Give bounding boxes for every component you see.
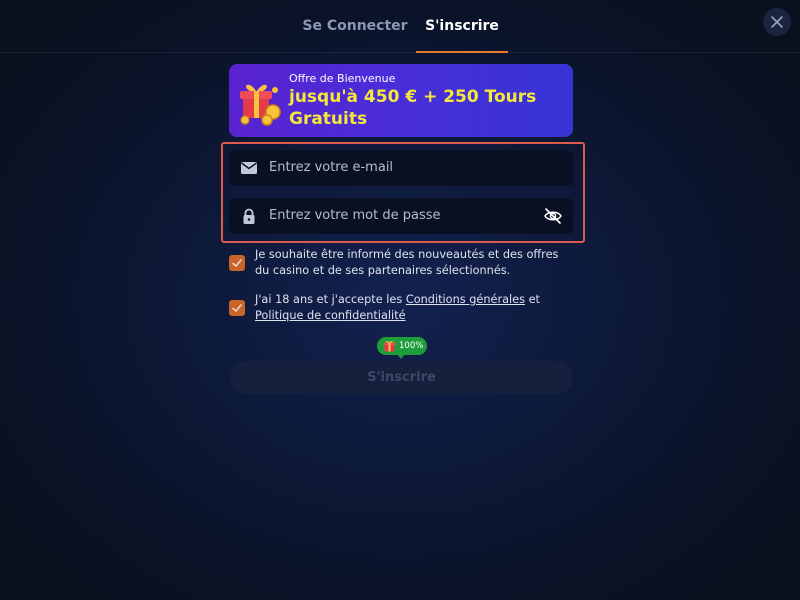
email-field[interactable]: Entrez votre e-mail: [229, 150, 573, 186]
welcome-offer-banner: Offre de Bienvenue jusqu'à 450 € + 250 T…: [229, 64, 573, 137]
eye-off-icon[interactable]: [543, 206, 563, 226]
gift-coins-icon: [240, 84, 281, 126]
check-icon: [232, 259, 242, 267]
newsletter-label: Je souhaite être informé des nouveautés …: [255, 248, 559, 277]
terms-label: J'ai 18 ans et j'accepte les Conditions …: [255, 292, 573, 324]
completion-percent: 100%: [399, 341, 424, 351]
tab-login[interactable]: Se Connecter: [296, 0, 414, 52]
terms-link[interactable]: Conditions générales: [406, 293, 525, 306]
auth-tabs: Se Connecter S'inscrire: [0, 0, 800, 53]
envelope-icon: [241, 162, 257, 174]
signup-submit-button[interactable]: S'inscrire: [230, 361, 573, 394]
terms-prefix: J'ai 18 ans et j'accepte les: [255, 293, 403, 306]
completion-badge: 100%: [377, 337, 427, 359]
privacy-link[interactable]: Politique de confidentialité: [255, 309, 406, 322]
terms-joiner: et: [528, 293, 540, 306]
lock-icon: [243, 208, 255, 224]
close-icon: [771, 16, 783, 28]
gift-icon: [383, 340, 396, 352]
terms-checkbox[interactable]: [229, 300, 245, 316]
offer-label: Offre de Bienvenue: [289, 72, 396, 85]
close-button[interactable]: [763, 8, 791, 36]
check-icon: [232, 304, 242, 312]
password-placeholder: Entrez votre mot de passe: [269, 208, 441, 223]
offer-amount: jusqu'à 450 € + 250 Tours Gratuits: [289, 87, 537, 129]
tab-signup[interactable]: S'inscrire: [416, 0, 508, 53]
password-field[interactable]: Entrez votre mot de passe: [229, 198, 573, 234]
newsletter-checkbox[interactable]: [229, 255, 245, 271]
email-placeholder: Entrez votre e-mail: [269, 160, 394, 175]
